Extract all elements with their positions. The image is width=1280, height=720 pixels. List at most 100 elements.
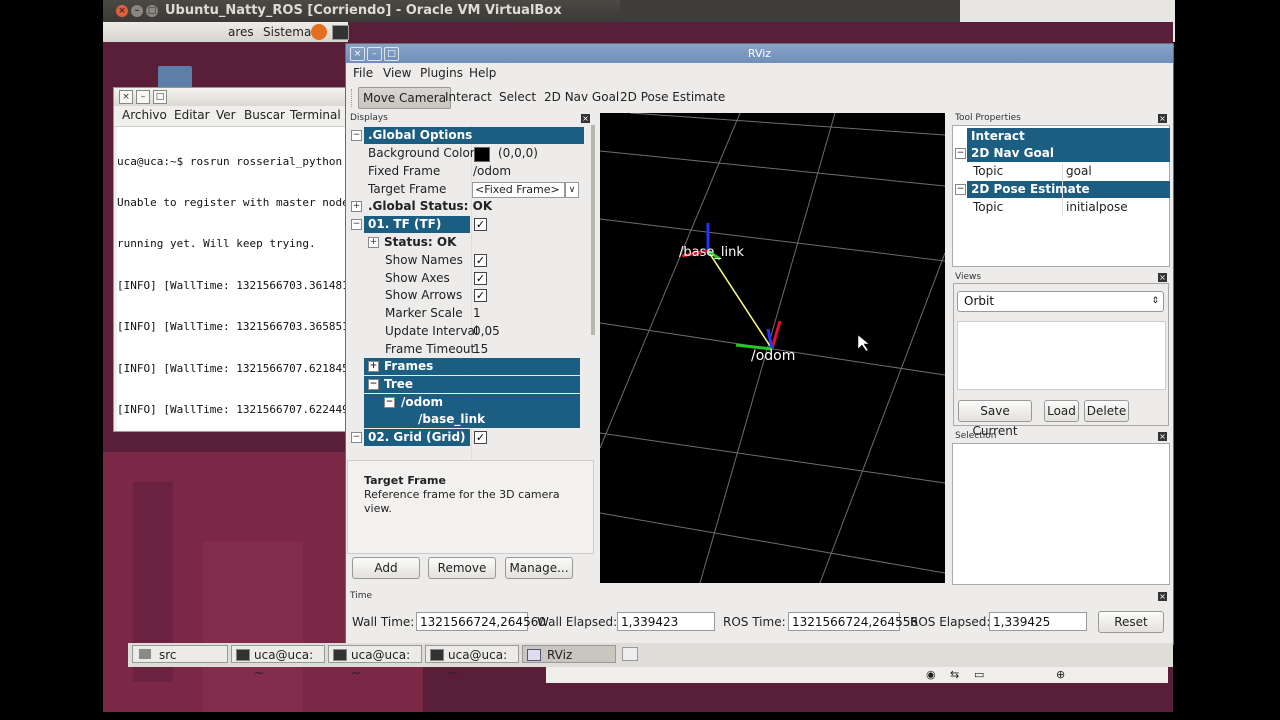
menu-editar[interactable]: Editar [174,108,210,122]
menu-plugins[interactable]: Plugins [420,66,463,80]
minimize-icon[interactable]: – [131,5,143,17]
tree-row-global-status[interactable]: + .Global Status: OK [347,198,587,215]
window-icon [527,649,541,661]
ros-elapsed-field[interactable]: 1,339425 [989,612,1087,631]
menu-places[interactable]: ares [228,25,254,39]
saved-views-list[interactable] [957,321,1166,390]
tree-row-show-names[interactable]: Show Names ✓ [347,252,587,269]
displays-scrollbar[interactable] [591,125,595,335]
task-terminal-3[interactable]: uca@uca: ~ [425,645,519,680]
manage-displays-button[interactable]: Manage... [505,557,573,579]
grid-enabled-checkbox[interactable]: ✓ [474,431,487,444]
delete-view-button[interactable]: Delete [1084,400,1129,422]
color-swatch[interactable] [474,147,490,162]
reset-time-button[interactable]: Reset [1098,611,1164,633]
task-src[interactable]: src [132,645,228,663]
close-icon[interactable]: × [1158,432,1167,441]
menu-buscar[interactable]: Buscar [244,108,285,122]
wall-elapsed-field[interactable]: 1,339423 [617,612,715,631]
tree-row-marker-scale[interactable]: Marker Scale 1 [347,305,587,322]
folder-icon [139,649,151,659]
close-icon[interactable]: × [1158,273,1167,282]
selection-panel-title: Selection [955,431,997,441]
tree-row-background-color[interactable]: Background Color (0,0,0) [347,145,587,162]
tool-interact-row[interactable]: Interact [967,128,1170,145]
load-view-button[interactable]: Load [1044,400,1079,422]
ros-time-field[interactable]: 1321566724,264556 [788,612,918,631]
tool-properties-panel: Interact − 2D Nav Goal Topic goal − 2D P… [952,125,1170,267]
terminal-line: [INFO] [WallTime: 1321566703.365851 [117,320,346,334]
tree-row-base-link[interactable]: /base_link [364,411,580,428]
tool-properties-title: Tool Properties [955,113,1021,123]
tool-pose-estimate-row[interactable]: 2D Pose Estimate [967,181,1170,198]
maximize-icon[interactable]: □ [153,90,167,104]
menu-system[interactable]: Sistema [263,25,311,39]
tree-row-tree[interactable]: − Tree [364,376,580,393]
save-current-view-button[interactable]: Save Current [958,400,1032,438]
collapse-icon[interactable]: − [955,184,966,195]
view-type-select[interactable]: Orbit ⇕ [957,291,1164,312]
guest-taskbar: src uca@uca: ~ uca@uca: ~ uca@uca: ~ RVi… [128,643,1173,680]
chevron-down-icon[interactable]: ∨ [565,182,579,198]
tf-enabled-checkbox[interactable]: ✓ [474,218,487,231]
tree-row-status-ok[interactable]: + Status: OK [347,234,587,251]
add-display-button[interactable]: Add [352,557,420,579]
close-icon[interactable]: × [350,47,365,61]
rviz-toolbar: Move Camera Interact Select 2D Nav Goal … [346,84,1173,110]
tool-2d-nav-goal[interactable]: 2D Nav Goal [540,87,623,107]
task-terminal-1[interactable]: uca@uca: ~ [231,645,325,680]
selection-panel[interactable] [952,443,1170,585]
toolbar-handle[interactable] [351,89,355,107]
tool-2d-pose-estimate[interactable]: 2D Pose Estimate [616,87,729,107]
menu-terminal[interactable]: Terminal [290,108,341,122]
close-icon[interactable]: × [1158,114,1167,123]
tree-row-update-interval[interactable]: Update Interval 0,05 [347,323,587,340]
nav-goal-topic-value[interactable]: goal [1066,164,1092,178]
remove-display-button[interactable]: Remove [428,557,496,579]
tree-row-target-frame[interactable]: Target Frame <Fixed Frame> ∨ [347,181,587,198]
menu-view[interactable]: View [383,66,411,80]
rviz-titlebar: × – □ RViz [346,44,1173,63]
tree-row-show-arrows[interactable]: Show Arrows ✓ [347,287,587,304]
tree-row-global-options[interactable]: − .Global Options [347,127,587,144]
close-icon[interactable]: × [116,5,128,17]
task-terminal-2[interactable]: uca@uca: ~ [328,645,422,680]
mouse-cursor-icon [857,334,870,352]
terminal-icon[interactable] [332,25,349,40]
trash-icon[interactable] [622,647,638,661]
tool-move-camera[interactable]: Move Camera [358,87,452,109]
menu-archivo[interactable]: Archivo [122,108,167,122]
pose-topic-value[interactable]: initialpose [1066,200,1128,214]
show-names-checkbox[interactable]: ✓ [474,254,487,267]
minimize-icon[interactable]: – [136,90,150,104]
tree-row-tf[interactable]: − 01. TF (TF) ✓ [347,216,587,233]
tree-row-frame-timeout[interactable]: Frame Timeout 15 [347,341,587,358]
tree-row-show-axes[interactable]: Show Axes ✓ [347,270,587,287]
collapse-icon[interactable]: − [955,148,966,159]
tool-interact[interactable]: Interact [441,87,496,107]
terminal-output[interactable]: uca@uca:~$ rosrun rosserial_python Unabl… [117,127,346,431]
network-icon: ⇆ [950,668,960,681]
close-icon[interactable]: × [119,90,133,104]
show-arrows-checkbox[interactable]: ✓ [474,289,487,302]
close-icon[interactable]: × [581,114,590,123]
tree-row-grid[interactable]: − 02. Grid (Grid) ✓ [347,429,587,446]
tree-row-odom[interactable]: − /odom [364,394,580,411]
task-rviz[interactable]: RViz [522,645,616,663]
tool-select[interactable]: Select [495,87,540,107]
target-frame-select[interactable]: <Fixed Frame> [472,182,565,198]
menu-help[interactable]: Help [469,66,496,80]
maximize-icon[interactable]: □ [384,47,399,61]
tree-row-frames[interactable]: + Frames [364,358,580,375]
tool-nav-goal-row[interactable]: 2D Nav Goal [967,145,1170,162]
maximize-icon[interactable]: □ [146,5,158,17]
render-3d-view[interactable]: /base_link /odom [600,113,945,583]
close-icon[interactable]: × [1158,592,1167,601]
tree-row-fixed-frame[interactable]: Fixed Frame /odom [347,163,587,180]
minimize-icon[interactable]: – [367,47,382,61]
firefox-icon[interactable] [311,24,327,40]
menu-file[interactable]: File [353,66,373,80]
show-axes-checkbox[interactable]: ✓ [474,272,487,285]
menu-ver[interactable]: Ver [216,108,236,122]
wall-time-field[interactable]: 1321566724,264560 [416,612,546,631]
